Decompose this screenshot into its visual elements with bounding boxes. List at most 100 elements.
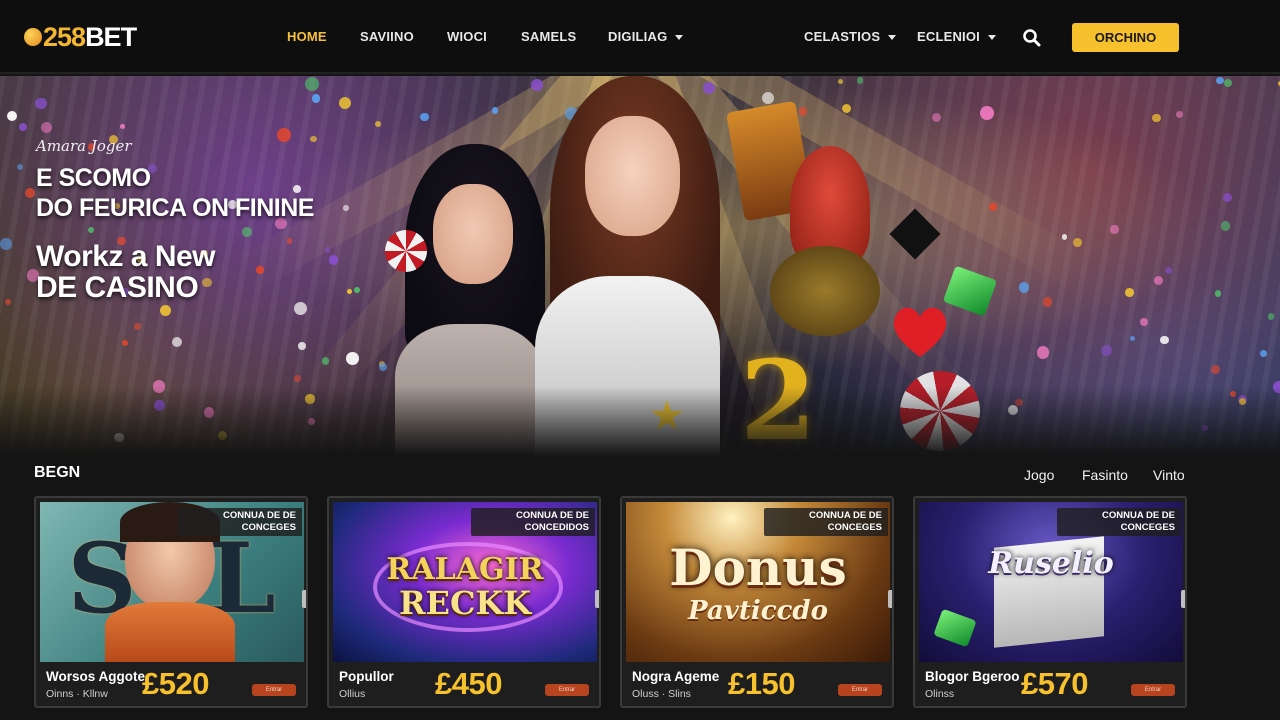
treasure-graphic: [770, 246, 880, 336]
card-name: Popullor: [339, 669, 394, 684]
confetti-dot: [1152, 113, 1161, 123]
confetti-dot: [242, 226, 253, 237]
confetti-dot: [159, 305, 171, 317]
card-tag: CONNUA DE DE CONCEDIDOS: [471, 508, 595, 536]
nav-item-eclenioi[interactable]: ECLENIOI: [917, 29, 996, 44]
hero-title-line-3: Workz a New: [36, 240, 216, 273]
play-button[interactable]: Entrar: [838, 684, 882, 696]
nav-item-celastios[interactable]: CELASTIOS: [804, 29, 897, 44]
game-card[interactable]: Ruselio CONNUA DE DE CONCEGES Blogor Bge…: [913, 496, 1187, 708]
card-name: Worsos Aggote: [46, 669, 146, 684]
card-arrow-icon[interactable]: [302, 590, 306, 608]
confetti-dot: [491, 107, 499, 114]
confetti-dot: [328, 254, 339, 265]
confetti-dot: [1210, 364, 1220, 374]
confetti-dot: [1267, 313, 1275, 320]
confetti-dot: [841, 103, 851, 114]
confetti-dot: [1061, 234, 1068, 241]
confetti-dot: [1164, 267, 1172, 275]
game-card[interactable]: S L CONNUA DE DE CONCEGES Worsos Aggote …: [34, 496, 308, 708]
confetti-dot: [1220, 221, 1231, 231]
confetti-dot: [1110, 225, 1119, 234]
confetti-dot: [1224, 78, 1233, 87]
confetti-dot: [202, 277, 212, 288]
chevron-down-icon: [888, 35, 897, 41]
confetti-dot: [378, 362, 387, 371]
confetti-dot: [18, 122, 27, 131]
confetti-dot: [338, 96, 351, 109]
card-price: £150: [728, 666, 795, 701]
coin-icon: [24, 28, 42, 46]
nav-item-wioci[interactable]: WIOCI: [447, 29, 487, 44]
section-title: BEGN: [34, 464, 81, 481]
card-arrow-icon[interactable]: [595, 590, 599, 608]
emerald-gem-icon: [933, 608, 977, 648]
confetti-dot: [311, 94, 321, 103]
card-art-subtitle: Pavticcdo: [688, 596, 828, 626]
confetti-dot: [1153, 275, 1164, 286]
nav-item-saviino[interactable]: SAVIINO: [360, 29, 414, 44]
search-icon: [1023, 29, 1041, 47]
hero-title-line-1: E SCOMO: [36, 164, 151, 192]
confetti-dot: [324, 246, 331, 253]
card-tag: CONNUA DE DE CONCEGES: [1057, 508, 1181, 536]
chevron-down-icon: [988, 35, 996, 41]
confetti-dot: [305, 77, 320, 92]
confetti-dot: [6, 110, 18, 122]
confetti-dot: [346, 351, 359, 365]
confetti-dot: [980, 106, 994, 120]
lollipop-icon: [385, 230, 427, 272]
card-arrow-icon[interactable]: [1181, 590, 1185, 608]
confetti-dot: [256, 265, 264, 274]
card-art-title: Ruselio: [988, 546, 1114, 581]
confetti-dot: [171, 336, 182, 347]
nav-item-home[interactable]: HOME: [287, 29, 327, 44]
heart-icon: [888, 301, 952, 361]
confetti-dot: [1036, 346, 1050, 359]
filter-tab-fasinto[interactable]: Fasinto: [1082, 467, 1128, 483]
card-subtitle: Oluss · Slins: [632, 688, 691, 700]
nav-item-digiliag[interactable]: DIGILIAG: [608, 29, 684, 44]
confetti-dot: [120, 124, 126, 130]
confetti-dot: [1214, 290, 1221, 297]
confetti-dot: [420, 112, 429, 122]
filter-tab-jogo[interactable]: Jogo: [1024, 467, 1054, 483]
search-button[interactable]: [1022, 28, 1042, 48]
hero-title-line-4: DE CASINO: [36, 271, 199, 304]
confetti-dot: [342, 205, 349, 212]
confetti-dot: [1101, 345, 1113, 356]
confetti-dot: [1160, 335, 1169, 345]
cta-button[interactable]: ORCHINO: [1072, 23, 1179, 52]
confetti-dot: [298, 342, 306, 351]
play-button[interactable]: Entrar: [1131, 684, 1175, 696]
card-subtitle: Olinss: [925, 688, 955, 700]
confetti-dot: [4, 299, 11, 305]
top-navbar: 258BET HOME SAVIINO WIOCI SAMELS DIGILIA…: [0, 0, 1280, 74]
card-arrow-icon[interactable]: [888, 590, 892, 608]
filter-tab-vinto[interactable]: Vinto: [1153, 467, 1185, 483]
game-card[interactable]: RALAGIR RECKK CONNUA DE DE CONCEDIDOS Po…: [327, 496, 601, 708]
confetti-dot: [17, 164, 24, 171]
card-tag: CONNUA DE DE CONCEGES: [764, 508, 888, 536]
confetti-dot: [35, 97, 47, 110]
card-art-title: RALAGIR: [386, 552, 544, 587]
confetti-dot: [837, 78, 843, 84]
game-card[interactable]: Donus Pavticcdo CONNUA DE DE CONCEGES No…: [620, 496, 894, 708]
confetti-dot: [40, 121, 53, 134]
card-price: £520: [142, 666, 209, 701]
spade-gem-icon: [889, 208, 941, 260]
confetti-dot: [1176, 110, 1184, 118]
nav-item-samels[interactable]: SAMELS: [521, 29, 576, 44]
play-button[interactable]: Entrar: [252, 684, 296, 696]
confetti-dot: [1018, 282, 1030, 293]
card-price: £570: [1021, 666, 1088, 701]
card-tag: CONNUA DE DE CONCEGES: [178, 508, 302, 536]
brand-logo[interactable]: 258BET: [24, 22, 137, 52]
confetti-dot: [294, 302, 308, 316]
hero-fade: [0, 386, 1280, 456]
hero-banner[interactable]: 2 Amara Joger E SCOMO DO FEURICA ON FINI…: [0, 76, 1280, 456]
confetti-dot: [1140, 317, 1149, 327]
play-button[interactable]: Entrar: [545, 684, 589, 696]
confetti-dot: [1222, 192, 1232, 202]
confetti-dot: [122, 339, 129, 347]
